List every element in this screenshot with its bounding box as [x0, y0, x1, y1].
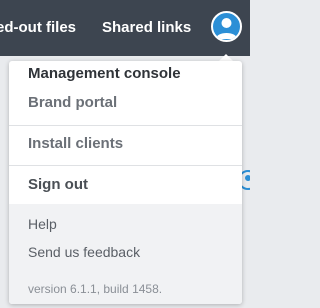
- menu-item-management-console[interactable]: Management console: [28, 64, 181, 84]
- help-link[interactable]: Help: [28, 215, 57, 233]
- menu-item-brand-portal[interactable]: Brand portal: [28, 93, 117, 113]
- version-text: version 6.1.1, build 1458.: [28, 282, 163, 296]
- menu-divider: [9, 165, 242, 166]
- user-menu-button[interactable]: [211, 11, 242, 42]
- top-navigation-bar: ed-out files Shared links: [0, 0, 250, 56]
- tab-checked-out-files[interactable]: ed-out files: [0, 18, 76, 38]
- menu-footer: Help Send us feedback version 6.1.1, bui…: [9, 204, 242, 304]
- send-feedback-link[interactable]: Send us feedback: [28, 243, 140, 261]
- user-icon: [216, 18, 237, 39]
- tab-shared-links[interactable]: Shared links: [102, 18, 191, 38]
- menu-divider: [9, 125, 242, 126]
- menu-item-install-clients[interactable]: Install clients: [28, 134, 123, 154]
- menu-item-sign-out[interactable]: Sign out: [28, 175, 88, 195]
- user-dropdown-menu: Management console Brand portal Install …: [9, 61, 242, 304]
